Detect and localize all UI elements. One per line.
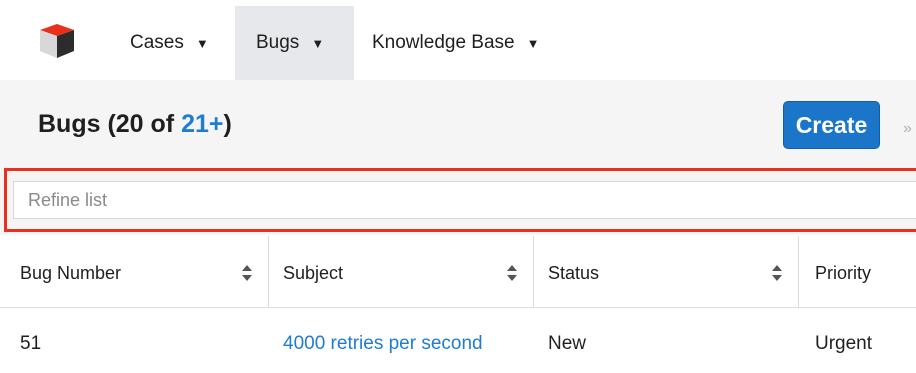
column-label: Priority: [815, 263, 872, 283]
cell-status: New: [548, 333, 587, 354]
record-count-link[interactable]: 21+: [181, 110, 223, 138]
column-header-priority[interactable]: Priority: [799, 236, 916, 308]
column-label: Bug Number: [20, 263, 122, 283]
nav-tab-label: Knowledge Base: [372, 32, 515, 53]
create-button[interactable]: Create: [783, 101, 880, 149]
caret-down-icon[interactable]: ▼: [527, 36, 540, 51]
record-count-prefix: (20 of: [107, 110, 182, 138]
cell-priority: Urgent: [815, 333, 873, 354]
nav-tab-cases[interactable]: Cases ▼: [110, 6, 229, 80]
nav-tab-label: Cases: [130, 32, 184, 53]
caret-down-icon[interactable]: ▼: [196, 36, 209, 51]
refine-list-input[interactable]: [13, 181, 916, 219]
column-header-status[interactable]: Status: [534, 236, 798, 308]
column-label: Subject: [283, 263, 344, 283]
caret-down-icon[interactable]: ▼: [311, 36, 324, 51]
top-navigation: Cases ▼ Bugs ▼ Knowledge Base ▼: [0, 0, 916, 80]
column-header-bug-number[interactable]: Bug Number: [0, 236, 268, 308]
record-count-suffix: ): [223, 110, 232, 138]
cell-subject-link[interactable]: 4000 retries per second: [283, 333, 483, 355]
sort-icon[interactable]: [771, 263, 783, 283]
module-name: Bugs: [38, 110, 101, 138]
nav-tab-bugs[interactable]: Bugs ▼: [235, 6, 354, 80]
nav-tab-knowledge-base[interactable]: Knowledge Base ▼: [356, 6, 555, 80]
expand-sidebar-icon[interactable]: »: [903, 120, 912, 138]
cell-bug-number: 51: [20, 333, 42, 354]
column-label: Status: [548, 263, 600, 283]
page-title: Bugs (20 of 21+): [38, 110, 232, 139]
sort-icon[interactable]: [506, 263, 518, 283]
table-row[interactable]: 51 4000 retries per second New Urgent: [0, 308, 916, 373]
table-header: Bug Number Subject Status Priority: [0, 236, 916, 308]
filter-bar-highlight: [4, 168, 916, 232]
column-header-subject[interactable]: Subject: [269, 236, 533, 308]
sort-icon[interactable]: [241, 263, 253, 283]
nav-tab-label: Bugs: [256, 32, 300, 53]
app-logo-icon[interactable]: [38, 24, 76, 58]
